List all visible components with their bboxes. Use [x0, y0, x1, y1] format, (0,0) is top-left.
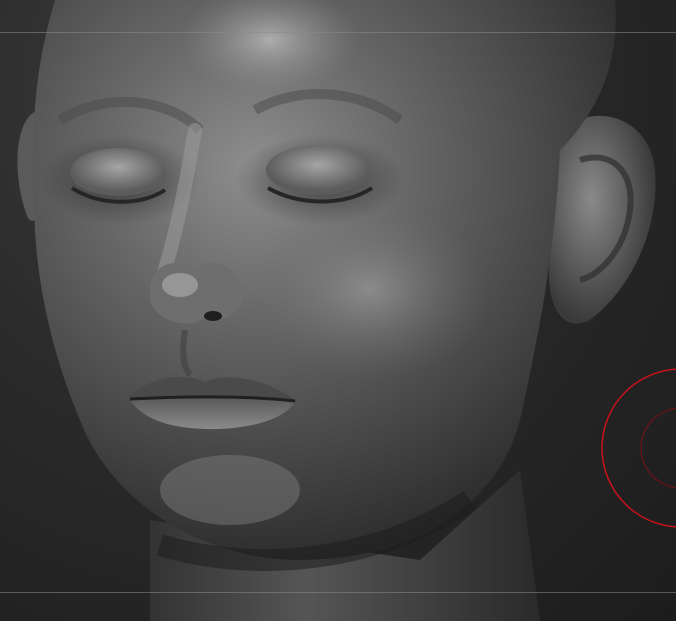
brush-cursor — [601, 368, 676, 528]
left-eyelid — [70, 148, 166, 196]
nostril — [204, 311, 222, 321]
nose-highlight — [162, 273, 198, 297]
sculpt-viewport[interactable] — [0, 0, 676, 621]
guide-line-bottom — [0, 592, 676, 593]
chin-highlight — [160, 455, 300, 525]
right-ear — [549, 115, 656, 324]
guide-line-top — [0, 32, 676, 33]
right-eyelid — [266, 145, 370, 195]
brush-inner-ring — [640, 407, 676, 489]
cheek-highlight — [250, 200, 490, 380]
nose-tip — [150, 262, 243, 324]
sculpted-head-model[interactable] — [0, 0, 676, 621]
brush-outer-ring — [601, 368, 676, 528]
